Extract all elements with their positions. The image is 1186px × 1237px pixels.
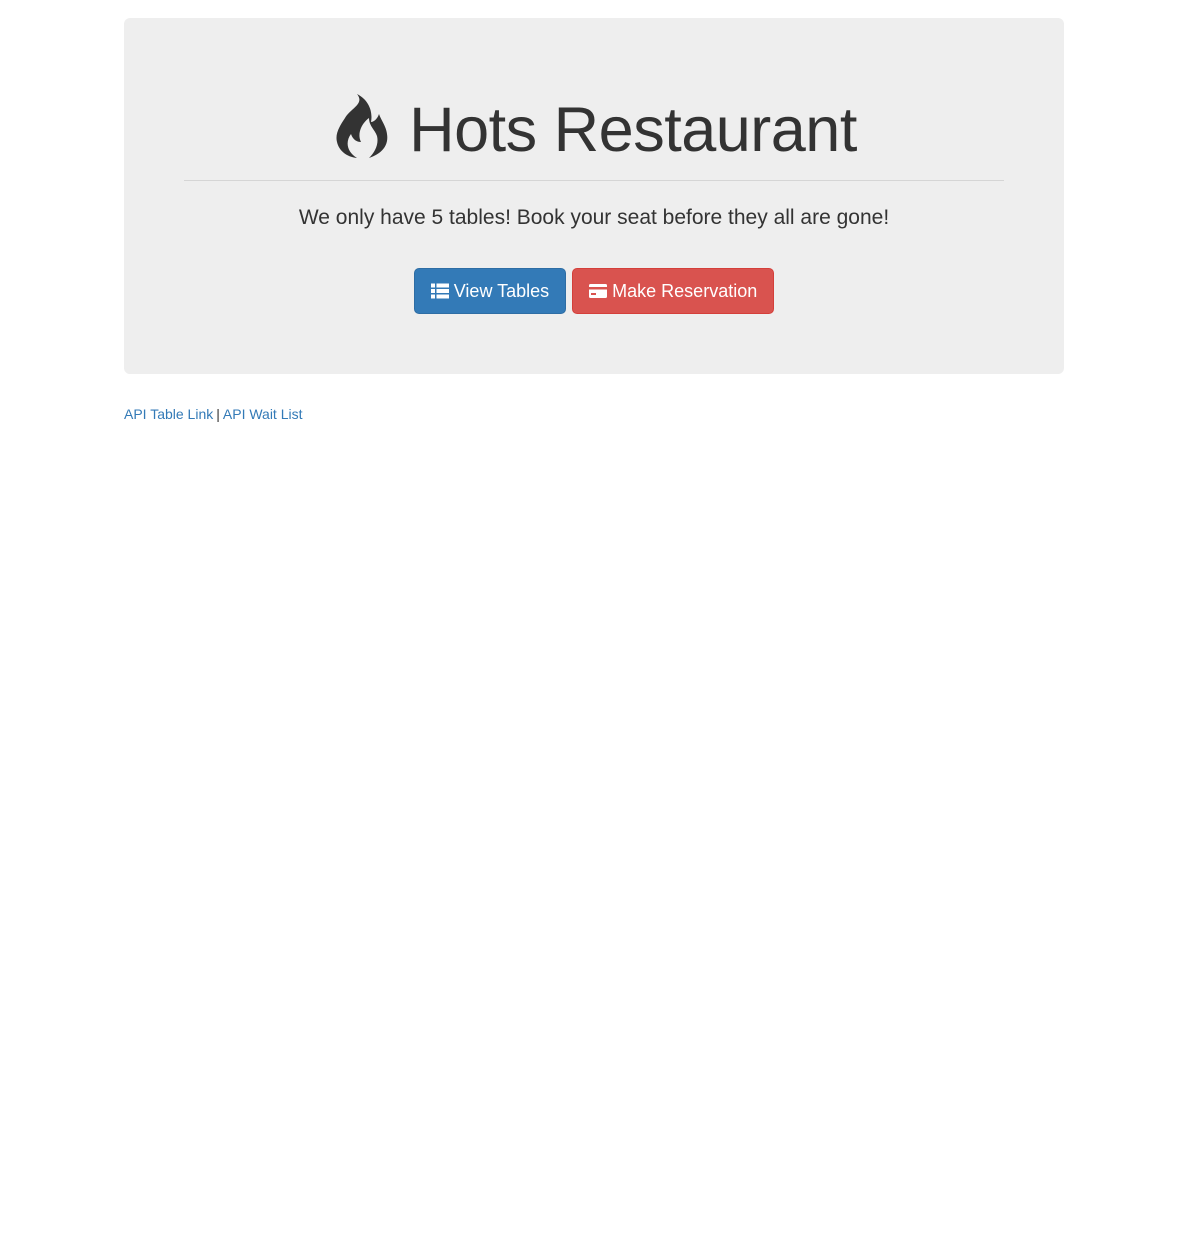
list-icon [430, 283, 449, 299]
credit-card-icon [589, 284, 608, 298]
page-title-text: Hots Restaurant [409, 95, 857, 165]
divider [184, 180, 1004, 181]
action-buttons: View Tables Make Reservation [184, 268, 1004, 314]
fire-icon [336, 94, 388, 158]
make-reservation-button[interactable]: Make Reservation [572, 268, 775, 314]
view-tables-button[interactable]: View Tables [413, 268, 567, 314]
main-container: Hots Restaurant We only have 5 tables! B… [124, 18, 1064, 374]
link-separator: | [216, 406, 220, 422]
api-links: API Table Link | API Wait List [124, 405, 303, 423]
make-reservation-label: Make Reservation [612, 280, 758, 301]
api-table-link[interactable]: API Table Link [124, 406, 213, 422]
view-tables-label: View Tables [453, 280, 550, 301]
jumbotron: Hots Restaurant We only have 5 tables! B… [124, 18, 1064, 374]
tagline: We only have 5 tables! Book your seat be… [298, 206, 890, 229]
api-wait-list-link[interactable]: API Wait List [223, 406, 303, 422]
page-title: Hots Restaurant [184, 94, 1004, 165]
